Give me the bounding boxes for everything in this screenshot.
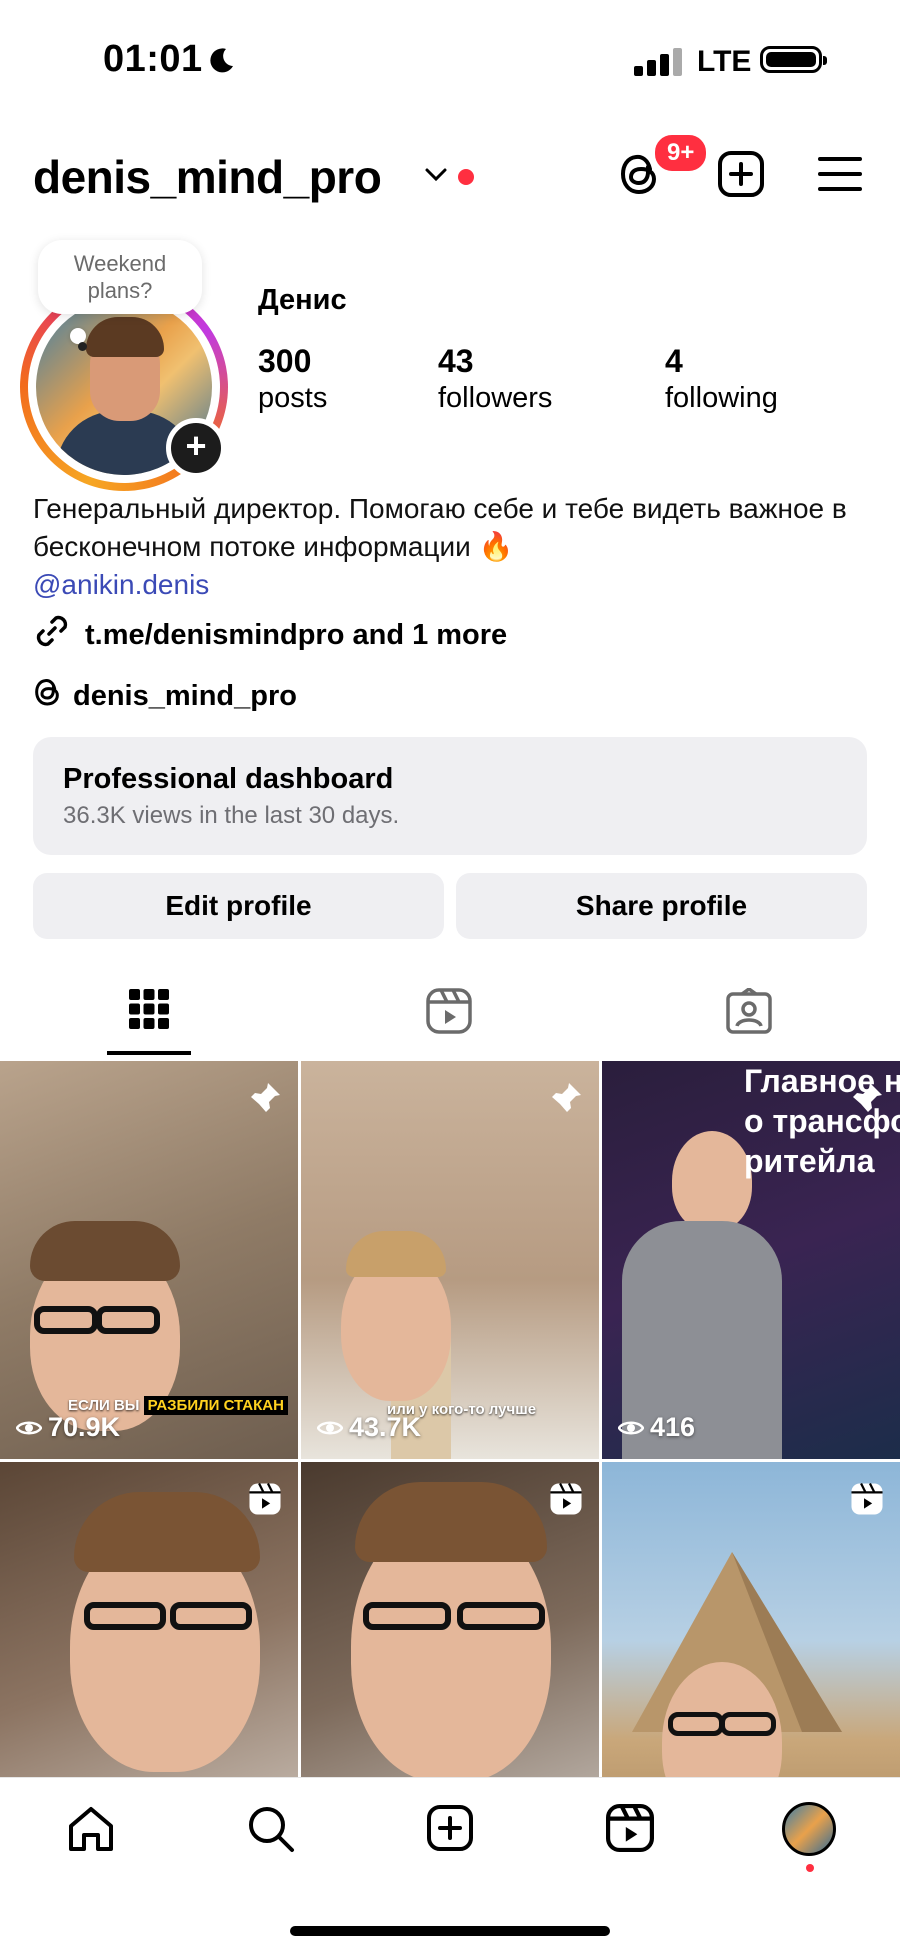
view-count: 70.9K [16, 1412, 120, 1443]
active-tab-indicator [107, 1051, 191, 1055]
mention-link[interactable]: @anikin.denis [33, 569, 209, 600]
stat-following[interactable]: 4 following [665, 343, 778, 415]
search-icon[interactable] [246, 1804, 296, 1859]
chevron-down-icon[interactable] [424, 166, 448, 189]
network-label: LTE [697, 45, 752, 78]
unread-dot [458, 169, 474, 185]
link-icon [33, 612, 71, 658]
battery-icon [760, 46, 827, 73]
external-link[interactable]: t.me/denismindpro and 1 more [33, 612, 507, 658]
bio-text: Генеральный директор. Помогаю себе и теб… [33, 493, 847, 562]
view-count: 43.7K [317, 1412, 421, 1443]
status-time: 01:01 [103, 38, 203, 80]
edit-profile-button[interactable]: Edit profile [33, 873, 444, 939]
slide-text: Главное н о трансфо ритейла [744, 1063, 900, 1179]
grid-icon[interactable] [128, 988, 170, 1035]
reel-icon [549, 1482, 583, 1521]
create-icon[interactable] [426, 1804, 474, 1857]
share-profile-button[interactable]: Share profile [456, 873, 867, 939]
display-name: Денис [258, 284, 347, 316]
reel-icon [248, 1482, 282, 1521]
bio: Генеральный директор. Помогаю себе и теб… [33, 490, 873, 604]
reel-icon [850, 1482, 884, 1521]
note-bubble[interactable]: Weekend plans? [38, 240, 202, 314]
post-tile[interactable]: или у кого-то лучше 43.7K [301, 1061, 599, 1459]
link-text: t.me/denismindpro and 1 more [85, 618, 508, 651]
profile-notification-dot [806, 1864, 814, 1872]
home-icon[interactable] [66, 1804, 116, 1859]
moon-icon [206, 46, 236, 81]
stat-followers[interactable]: 43 followers [438, 343, 552, 415]
stat-posts[interactable]: 300 posts [258, 343, 327, 415]
pin-icon [248, 1081, 282, 1120]
add-post-icon[interactable] [717, 150, 765, 203]
profile-avatar[interactable] [782, 1802, 836, 1856]
threads-icon [33, 676, 63, 716]
threads-handle: denis_mind_pro [73, 679, 297, 712]
username[interactable]: denis_mind_pro [33, 150, 382, 204]
dashboard-subtitle: 36.3K views in the last 30 days. [63, 802, 400, 829]
professional-dashboard[interactable]: Professional dashboard 36.3K views in th… [33, 737, 867, 855]
threads-link[interactable]: denis_mind_pro [33, 676, 297, 716]
signal-icon [634, 48, 682, 76]
tagged-icon[interactable] [726, 986, 772, 1039]
post-tile[interactable]: Главное н о трансфо ритейла 416 [602, 1061, 900, 1459]
menu-icon[interactable] [818, 156, 862, 197]
post-tile[interactable]: ЕСЛИ ВЫ РАЗБИЛИ СТАКАН 70.9K [0, 1061, 298, 1459]
pin-icon [850, 1081, 884, 1120]
pin-icon [549, 1081, 583, 1120]
notification-badge: 9+ [652, 132, 710, 174]
view-count: 416 [618, 1412, 695, 1443]
dashboard-title: Professional dashboard [63, 763, 394, 795]
reels-icon[interactable] [426, 988, 472, 1039]
add-story-button[interactable]: + [166, 418, 226, 478]
reels-icon[interactable] [606, 1804, 654, 1857]
home-indicator [290, 1926, 610, 1936]
